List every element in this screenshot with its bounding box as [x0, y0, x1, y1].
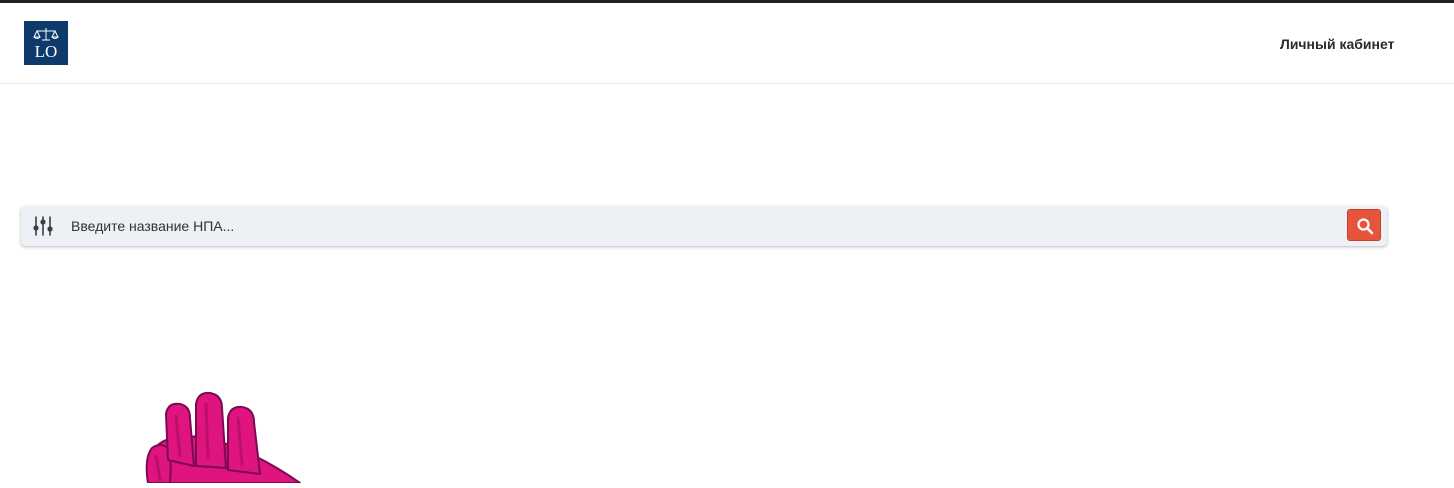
search-button[interactable]: [1347, 209, 1381, 241]
filter-button[interactable]: [31, 214, 55, 238]
sliders-icon: [33, 216, 53, 236]
account-link[interactable]: Личный кабинет: [1280, 35, 1394, 53]
waving-hand-icon: [145, 391, 301, 484]
site-header: LO Личный кабинет: [0, 3, 1454, 84]
search-input[interactable]: [71, 212, 1331, 240]
search-bar: [21, 206, 1387, 246]
waving-hand-illustration: [140, 388, 310, 484]
search-icon: [1357, 218, 1374, 235]
logo-text: LO: [34, 42, 58, 61]
site-logo[interactable]: LO: [24, 21, 68, 65]
